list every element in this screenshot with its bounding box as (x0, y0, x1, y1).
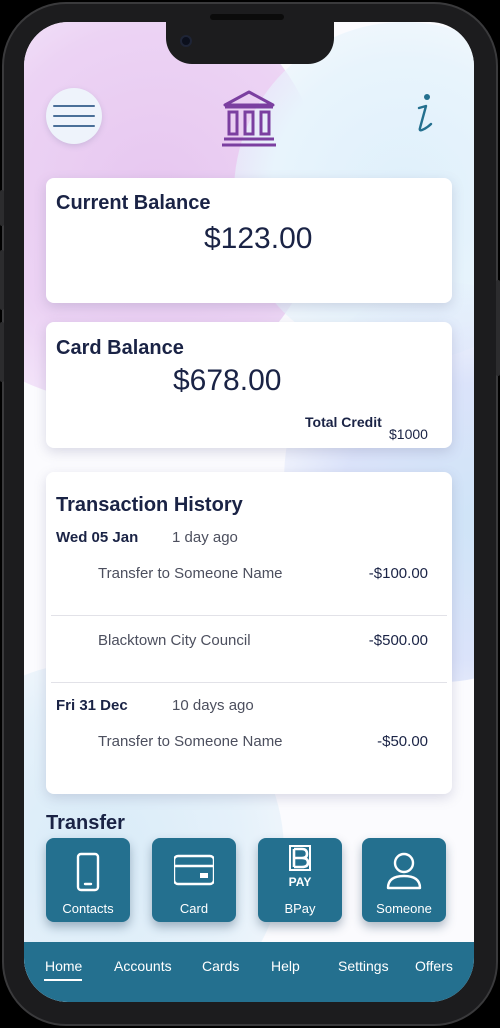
total-credit-label: Total Credit (305, 414, 382, 430)
card-balance-amount: $678.00 (173, 364, 282, 397)
person-icon (386, 852, 422, 890)
card-button[interactable]: Card (152, 838, 236, 922)
transaction-amount: -$100.00 (368, 565, 428, 582)
transaction-amount: -$500.00 (368, 632, 428, 649)
transaction-amount: -$50.00 (377, 733, 428, 750)
nav-offers[interactable]: Offers (415, 958, 453, 974)
contacts-button-label: Contacts (62, 901, 114, 916)
bank-building-icon (222, 90, 276, 147)
card-balance-card[interactable]: Card Balance $678.00 Total Credit $1000 (46, 322, 452, 448)
total-credit-value: $1000 (389, 426, 428, 442)
nav-accounts[interactable]: Accounts (114, 958, 172, 974)
someone-button[interactable]: Someone (362, 838, 446, 922)
card-button-label: Card (179, 901, 209, 916)
nav-help[interactable]: Help (271, 958, 300, 974)
bpay-icon: PAY (289, 845, 312, 889)
transaction-description[interactable]: Transfer to Someone Name (98, 732, 298, 751)
transaction-history-card: Transaction History Wed 05 Jan 1 day ago… (46, 472, 452, 794)
current-balance-card[interactable]: Current Balance $123.00 (46, 178, 452, 303)
phone-speaker (210, 14, 284, 20)
phone-side-button (0, 250, 4, 310)
info-icon[interactable] (409, 92, 439, 134)
phone-side-button (496, 280, 500, 376)
transaction-group-ago: 1 day ago (172, 529, 238, 546)
transaction-group-date: Fri 31 Dec (56, 697, 128, 714)
transaction-description[interactable]: Blacktown City Council (98, 631, 298, 650)
phone-side-button (0, 190, 4, 226)
transaction-divider (51, 615, 447, 616)
nav-settings[interactable]: Settings (338, 958, 389, 974)
bpay-button-label: BPay (284, 901, 316, 916)
credit-card-icon (174, 854, 214, 886)
transfer-heading: Transfer (46, 812, 125, 834)
card-balance-title: Card Balance (56, 337, 184, 359)
transaction-group-date: Wed 05 Jan (56, 529, 139, 546)
transaction-group-ago: 10 days ago (172, 697, 254, 714)
phone-camera (180, 35, 192, 47)
app-screen: Current Balance $123.00 Card Balance $67… (24, 22, 474, 1002)
hamburger-menu-icon[interactable] (46, 88, 102, 144)
current-balance-title: Current Balance (56, 192, 211, 214)
contacts-button[interactable]: Contacts (46, 838, 130, 922)
bpay-button[interactable]: PAY BPay (258, 838, 342, 922)
transaction-history-title: Transaction History (56, 494, 243, 516)
bottom-navigation: Home Accounts Cards Help Settings Offers (24, 942, 474, 1002)
phone-icon (76, 852, 100, 892)
phone-side-button (0, 322, 4, 382)
nav-home[interactable]: Home (45, 958, 82, 974)
transaction-divider (51, 682, 447, 683)
nav-active-indicator (44, 979, 82, 981)
current-balance-amount: $123.00 (204, 222, 313, 255)
transaction-description[interactable]: Transfer to Someone Name (98, 564, 298, 583)
nav-cards[interactable]: Cards (202, 958, 239, 974)
someone-button-label: Someone (376, 901, 432, 916)
bpay-icon-text: PAY (289, 875, 312, 889)
